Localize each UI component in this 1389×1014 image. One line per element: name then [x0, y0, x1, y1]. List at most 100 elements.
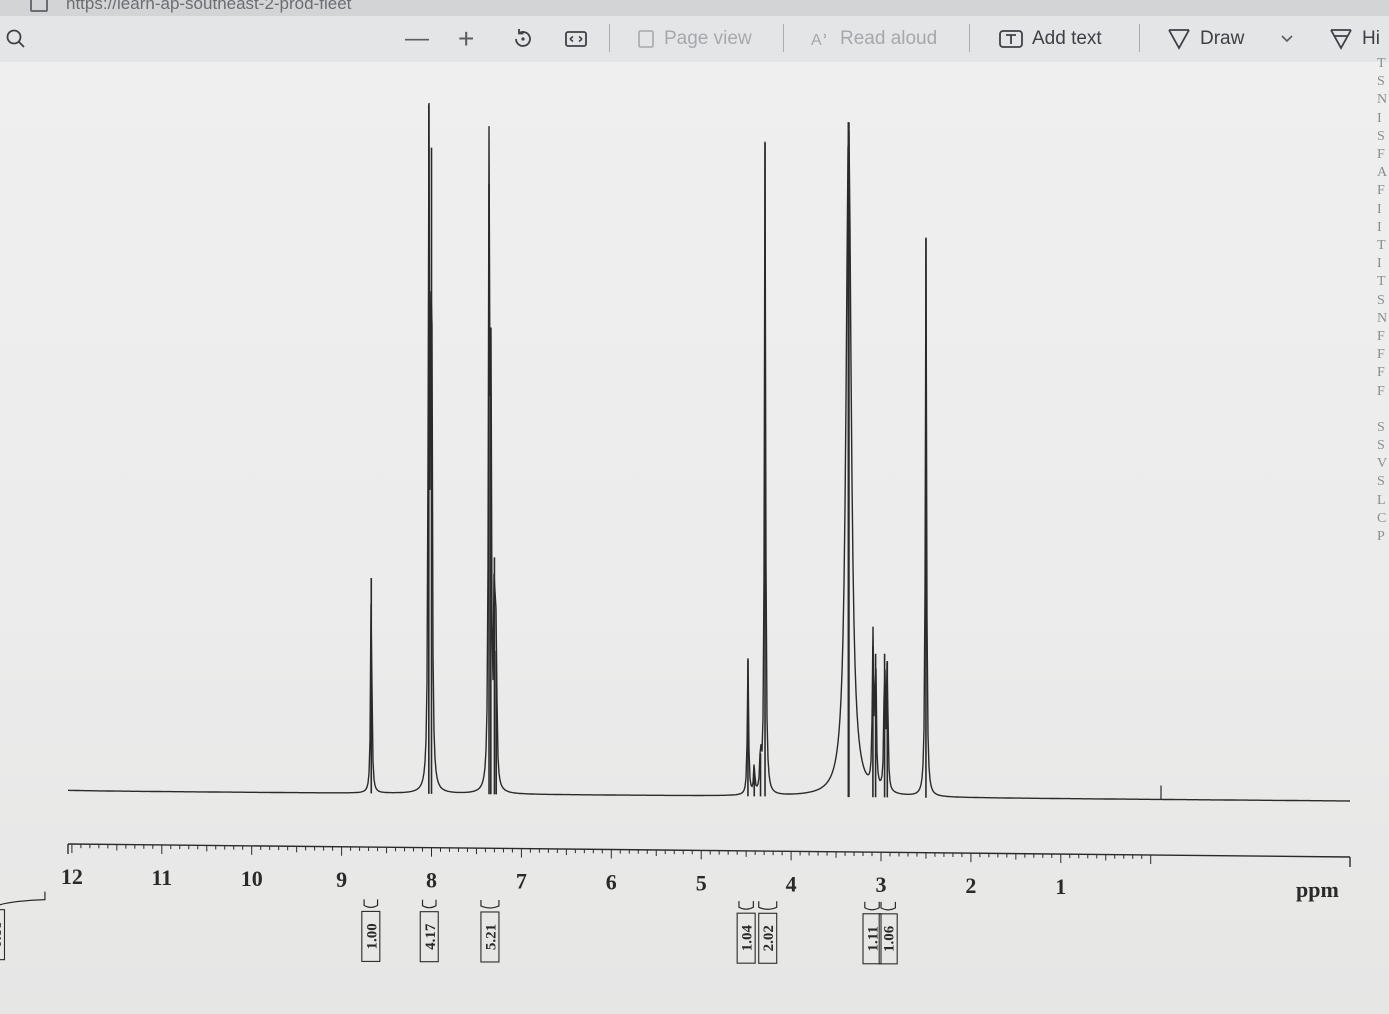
fit-width-icon [565, 31, 587, 47]
side-panel-letter: F [1377, 383, 1385, 399]
url-text[interactable]: https://learn-ap-southeast-2-prod-fleet [66, 0, 351, 14]
side-panel-letter: L [1377, 492, 1386, 508]
side-panel-letter: N [1377, 92, 1388, 108]
integral-value: 0.88 [0, 922, 5, 948]
toolbar-divider [609, 24, 610, 52]
integral-value: 1.00 [364, 923, 380, 949]
side-panel-letter: S [1377, 128, 1385, 144]
draw-options-dropdown[interactable] [1280, 16, 1294, 62]
integral-4.17: 4.17 [419, 899, 439, 963]
side-panel-letter: T [1377, 238, 1386, 254]
search-icon [6, 29, 25, 48]
browser-tab-strip: https://learn-ap-southeast-2-prod-fleet [0, 0, 1389, 16]
read-aloud-label: Read aloud [840, 28, 938, 49]
x-axis-line [67, 843, 1351, 858]
x-tick-label-7: 7 [516, 869, 527, 894]
side-panel-letter: A [1377, 165, 1388, 181]
highlight-label: Hi [1362, 28, 1380, 49]
chevron-down-icon [1281, 35, 1293, 43]
toolbar-divider [1139, 24, 1140, 52]
x-tick-label-12: 12 [61, 864, 83, 889]
integral-value: 1.06 [882, 925, 898, 952]
x-tick-label-10: 10 [241, 866, 263, 891]
integral-2.02: 2.02 [758, 901, 778, 964]
page-view-label: Page view [664, 28, 752, 49]
nmr-spectrum-chart: 13121110987654321 0.881.004.175.211.042.… [0, 102, 1351, 965]
side-panel-letter: S [1377, 74, 1385, 90]
integral-1.06: 1.06 [878, 901, 898, 965]
toolbar-divider [969, 24, 970, 52]
integral-1.00: 1.00 [361, 899, 381, 962]
integral-bracket [880, 901, 896, 911]
zoom-in-icon: + [458, 23, 475, 54]
x-tick-label-5: 5 [696, 870, 707, 895]
side-panel-letter: S [1377, 438, 1385, 454]
read-aloud-button[interactable]: A Read aloud [810, 16, 937, 62]
add-text-icon [999, 30, 1023, 48]
zoom-out-icon: — [405, 25, 429, 52]
draw-icon [1168, 29, 1190, 50]
side-panel-letter: I [1377, 256, 1382, 272]
x-tick-label-4: 4 [786, 871, 797, 896]
side-panel-letter: C [1377, 510, 1387, 526]
integral-bracket [480, 899, 500, 909]
integral-value: 5.21 [483, 924, 499, 950]
integral-bracket [0, 891, 46, 906]
zoom-out-button[interactable]: — [405, 16, 429, 62]
toolbar-divider [783, 24, 784, 52]
side-panel-letter: F [1377, 147, 1385, 163]
x-tick-label-8: 8 [426, 868, 437, 893]
highlight-icon [1330, 29, 1352, 50]
rotate-button[interactable] [511, 16, 535, 62]
x-tick-label-11: 11 [151, 865, 172, 890]
read-aloud-icon: A [811, 32, 827, 49]
pdf-page: 13121110987654321 0.881.004.175.211.042.… [0, 62, 1389, 1014]
x-tick-label-1: 1 [1055, 874, 1066, 899]
integral-bracket [421, 899, 437, 909]
integral-value: 1.04 [740, 925, 756, 952]
search-button[interactable] [5, 16, 27, 62]
page-view-button[interactable]: Page view [636, 16, 752, 62]
side-panel-letter: I [1377, 219, 1382, 235]
integral-bracket [363, 899, 379, 909]
draw-button[interactable]: Draw [1166, 16, 1244, 62]
side-panel-letter: T [1377, 56, 1386, 71]
add-text-label: Add text [1032, 28, 1102, 49]
pdf-toolbar: — + Page view A Read aloud Add text Draw… [0, 16, 1389, 62]
side-panel-letter: F [1377, 329, 1385, 345]
side-panel-text: TSNISFAFIITITSNFFFFSSVSLCP [1377, 55, 1389, 555]
integral-bracket [758, 901, 778, 910]
page-view-icon [638, 30, 654, 48]
side-panel-letter: T [1377, 274, 1386, 290]
side-panel-letter: N [1377, 310, 1388, 326]
integral-bracket [864, 901, 880, 911]
x-tick-label-9: 9 [336, 867, 347, 892]
x-tick-label-3: 3 [876, 872, 887, 897]
side-panel-letter: F [1377, 365, 1385, 381]
side-panel-letter: F [1377, 183, 1385, 199]
side-panel-letter: S [1377, 292, 1385, 308]
svg-text:A: A [811, 32, 822, 49]
zoom-in-button[interactable]: + [458, 16, 474, 62]
x-axis-label: ppm [1296, 877, 1339, 902]
add-text-button[interactable]: Add text [998, 16, 1102, 62]
x-tick-label-6: 6 [606, 870, 617, 895]
spectrum-trace [68, 102, 1350, 802]
side-panel-letter: S [1377, 419, 1385, 435]
integral-value: 2.02 [761, 925, 777, 951]
x-tick-label-2: 2 [965, 873, 976, 898]
integral-value: 4.17 [423, 923, 439, 950]
draw-label: Draw [1200, 28, 1245, 49]
side-panel-letter: I [1377, 201, 1382, 217]
side-panel-letter: V [1377, 456, 1388, 472]
tab-icon[interactable] [30, 0, 48, 12]
side-panel-letter: F [1377, 347, 1385, 363]
side-panel-letter: I [1377, 110, 1382, 126]
fit-page-button[interactable] [564, 16, 588, 62]
integral-bracket [738, 901, 754, 910]
rotate-icon [515, 29, 531, 47]
integral-5.21: 5.21 [480, 899, 500, 963]
integral-0.88: 0.88 [0, 891, 46, 961]
side-panel-letter: S [1377, 474, 1385, 490]
highlight-button[interactable]: Hi [1328, 16, 1380, 62]
